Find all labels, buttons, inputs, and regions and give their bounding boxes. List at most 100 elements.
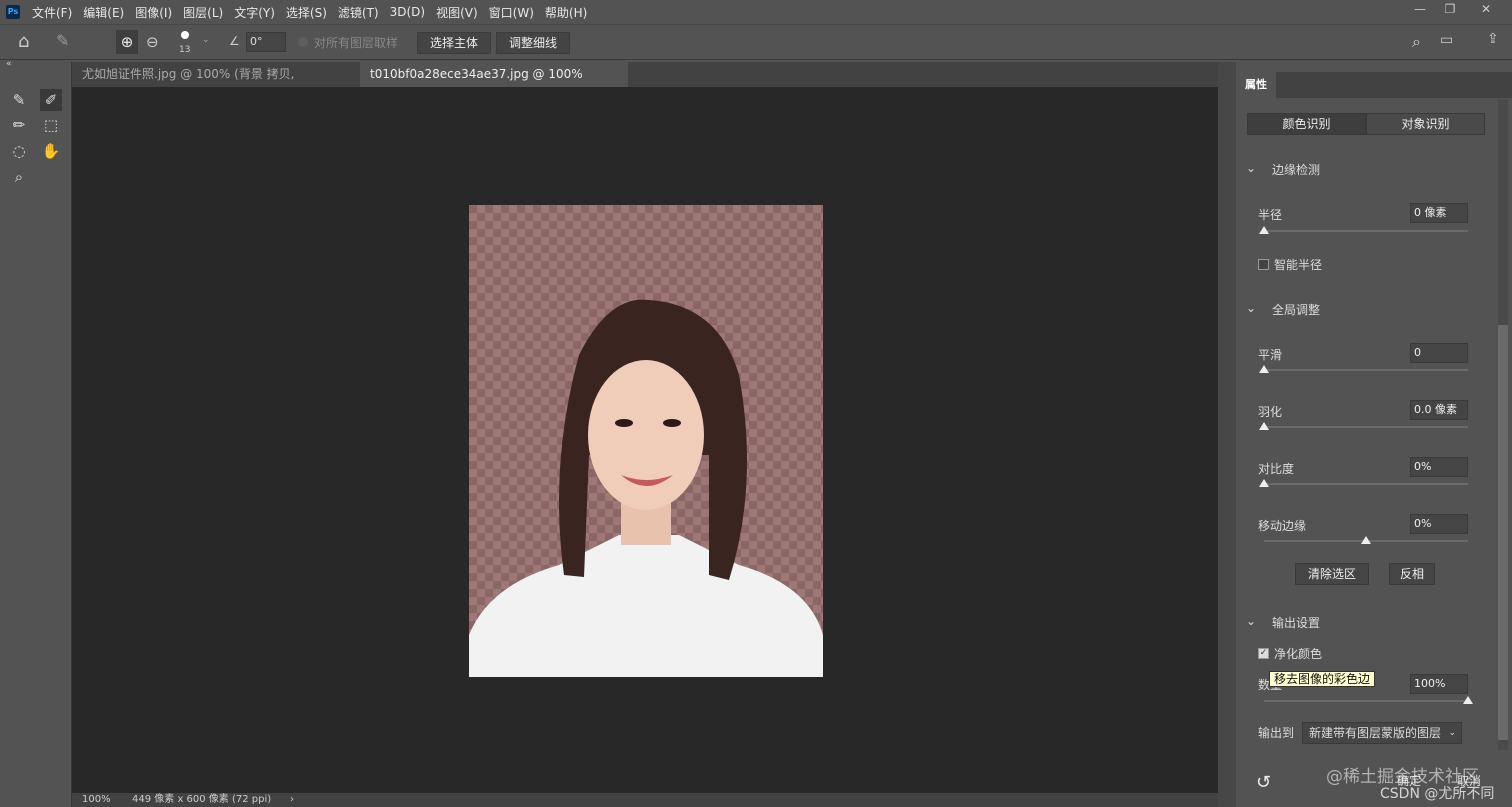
smooth-label: 平滑 xyxy=(1258,348,1283,362)
menu-image[interactable]: 图像(I) xyxy=(135,4,172,21)
toolbox: « ✎ ✐ ✏ ⬚ ◌ ✋ ⌕ xyxy=(0,59,72,807)
properties-panel: 属性 颜色识别 对象识别 ⌄ 边缘检测 半径 0 像素 智能半径 ⌄ 全局调整 … xyxy=(1236,72,1512,807)
collapse-icon[interactable]: « xyxy=(6,59,12,69)
sample-all-checkbox[interactable] xyxy=(298,37,308,47)
chevron-down-icon[interactable]: ⌄ xyxy=(1246,301,1256,315)
slider-thumb[interactable] xyxy=(1361,536,1371,544)
minimize-icon[interactable]: — xyxy=(1410,2,1430,20)
chevron-down-icon[interactable]: ⌄ xyxy=(1246,161,1256,175)
document-image[interactable] xyxy=(469,205,823,677)
options-bar: ⌂ ✎ ⊕ ⊖ 13 ⌄ ∠ 0° 对所有图层取样 选择主体 调整细线 ⌕ ▭ … xyxy=(0,24,1512,60)
edge-detection-heading: 边缘检测 xyxy=(1272,163,1321,177)
smooth-input[interactable]: 0 xyxy=(1410,343,1468,363)
hand-icon[interactable]: ✋ xyxy=(40,140,62,162)
quick-selection-icon[interactable]: ✎ xyxy=(8,89,30,111)
brush-dot-icon[interactable] xyxy=(181,31,189,39)
menu-window[interactable]: 窗口(W) xyxy=(489,4,534,21)
shift-edge-input[interactable]: 0% xyxy=(1410,514,1468,534)
radius-input[interactable]: 0 像素 xyxy=(1410,203,1468,223)
output-to-label: 输出到 xyxy=(1258,726,1295,740)
clear-selection-button[interactable]: 清除选区 xyxy=(1295,563,1369,585)
object-aware-button[interactable]: 对象识别 xyxy=(1366,113,1485,135)
chevron-right-icon[interactable]: › xyxy=(290,793,294,807)
scrollbar-thumb[interactable] xyxy=(1498,325,1508,740)
slider-thumb[interactable] xyxy=(1259,365,1269,373)
output-to-value: 新建带有图层蒙版的图层 xyxy=(1309,726,1442,740)
angle-icon: ∠ xyxy=(229,34,240,48)
tab-properties[interactable]: 属性 xyxy=(1236,72,1276,98)
object-selection-icon[interactable]: ⬚ xyxy=(40,114,62,136)
contrast-input[interactable]: 0% xyxy=(1410,457,1468,477)
slider-thumb[interactable] xyxy=(1259,422,1269,430)
panel-scrollbar[interactable] xyxy=(1498,100,1508,750)
slider-thumb[interactable] xyxy=(1259,226,1269,234)
document-dimensions: 449 像素 x 600 像素 (72 ppi) xyxy=(132,794,272,805)
output-to-select[interactable]: 新建带有图层蒙版的图层 ⌄ xyxy=(1302,722,1462,744)
menu-help[interactable]: 帮助(H) xyxy=(545,4,587,21)
amount-slider[interactable] xyxy=(1264,696,1473,704)
search-icon[interactable]: ⌕ xyxy=(1412,32,1421,52)
menu-file[interactable]: 文件(F) xyxy=(32,4,72,21)
reset-icon[interactable]: ↺ xyxy=(1256,772,1271,793)
add-to-selection-icon[interactable]: ⊕ xyxy=(116,30,138,54)
photoshop-logo: Ps xyxy=(6,5,20,19)
smart-radius-checkbox[interactable] xyxy=(1258,259,1269,270)
feather-label: 羽化 xyxy=(1258,405,1283,419)
share-icon[interactable]: ⇪ xyxy=(1487,31,1499,47)
menu-layer[interactable]: 图层(L) xyxy=(183,4,223,21)
color-aware-button[interactable]: 颜色识别 xyxy=(1247,113,1366,135)
sample-all-label: 对所有图层取样 xyxy=(314,36,399,50)
amount-input[interactable]: 100% xyxy=(1410,674,1468,694)
smooth-slider[interactable] xyxy=(1259,365,1468,373)
shift-edge-slider[interactable] xyxy=(1264,536,1468,544)
subtract-from-selection-icon[interactable]: ⊖ xyxy=(146,30,159,54)
refine-hair-button[interactable]: 调整细线 xyxy=(496,32,571,54)
menu-bar: Ps 文件(F) 编辑(E) 图像(I) 图层(L) 文字(Y) 选择(S) 滤… xyxy=(0,0,1512,24)
panel-tab-bar xyxy=(1236,72,1512,98)
close-icon[interactable]: ✕ xyxy=(1476,2,1496,20)
zoom-level[interactable]: 100% xyxy=(82,793,111,807)
select-subject-button[interactable]: 选择主体 xyxy=(417,32,492,54)
output-settings-heading: 输出设置 xyxy=(1272,616,1321,630)
decontaminate-checkbox[interactable]: ✓ xyxy=(1258,648,1269,659)
status-bar: 100% 449 像素 x 600 像素 (72 ppi) › xyxy=(72,793,1218,807)
brush-size: 13 xyxy=(179,45,191,55)
portrait-illustration xyxy=(469,299,823,677)
radius-label: 半径 xyxy=(1258,208,1283,222)
menu-edit[interactable]: 编辑(E) xyxy=(83,4,124,21)
radius-slider[interactable] xyxy=(1259,226,1468,234)
slider-thumb[interactable] xyxy=(1463,696,1473,704)
feather-input[interactable]: 0.0 像素 xyxy=(1410,400,1468,420)
global-refinements-heading: 全局调整 xyxy=(1272,303,1321,317)
tab-document-2[interactable]: t010bf0a28ece34ae37.jpg @ 100%(RGB/8#) *… xyxy=(360,62,628,106)
panel-dock-strip xyxy=(1218,62,1236,807)
lasso-icon[interactable]: ◌ xyxy=(8,140,30,162)
menu-view[interactable]: 视图(V) xyxy=(436,4,478,21)
zoom-icon[interactable]: ⌕ xyxy=(8,166,30,188)
tooltip: 移去图像的彩色边 xyxy=(1269,671,1376,687)
chevron-down-icon: ⌄ xyxy=(1448,728,1456,738)
workspace-icon[interactable]: ▭ xyxy=(1440,32,1453,48)
home-icon[interactable]: ⌂ xyxy=(18,31,29,52)
menu-3d[interactable]: 3D(D) xyxy=(390,5,425,19)
shift-edge-label: 移动边缘 xyxy=(1258,519,1307,533)
chevron-down-icon[interactable]: ⌄ xyxy=(1246,614,1256,628)
slider-thumb[interactable] xyxy=(1259,479,1269,487)
chevron-down-icon[interactable]: ⌄ xyxy=(202,35,210,45)
contrast-slider[interactable] xyxy=(1259,479,1468,487)
angle-input[interactable]: 0° xyxy=(246,32,286,52)
tab-document-1[interactable]: 尤如旭证件照.jpg @ 100% (背景 拷贝, RGB/8#) * × xyxy=(72,62,358,106)
invert-button[interactable]: 反相 xyxy=(1389,563,1435,585)
menu-type[interactable]: 文字(Y) xyxy=(234,4,275,21)
feather-slider[interactable] xyxy=(1259,422,1468,430)
brush-icon[interactable]: ✏ xyxy=(8,114,30,136)
refine-edge-brush-icon[interactable]: ✐ xyxy=(40,89,62,111)
restore-icon[interactable]: ❐ xyxy=(1440,2,1460,20)
smart-radius-label: 智能半径 xyxy=(1274,258,1323,272)
document-tabs: 尤如旭证件照.jpg @ 100% (背景 拷贝, RGB/8#) * × t0… xyxy=(72,62,1218,106)
brush-preset-icon[interactable]: ✎ xyxy=(56,31,69,50)
menu-select[interactable]: 选择(S) xyxy=(286,4,327,21)
decontaminate-label: 净化颜色 xyxy=(1274,647,1323,661)
contrast-label: 对比度 xyxy=(1258,462,1295,476)
menu-filter[interactable]: 滤镜(T) xyxy=(338,4,379,21)
